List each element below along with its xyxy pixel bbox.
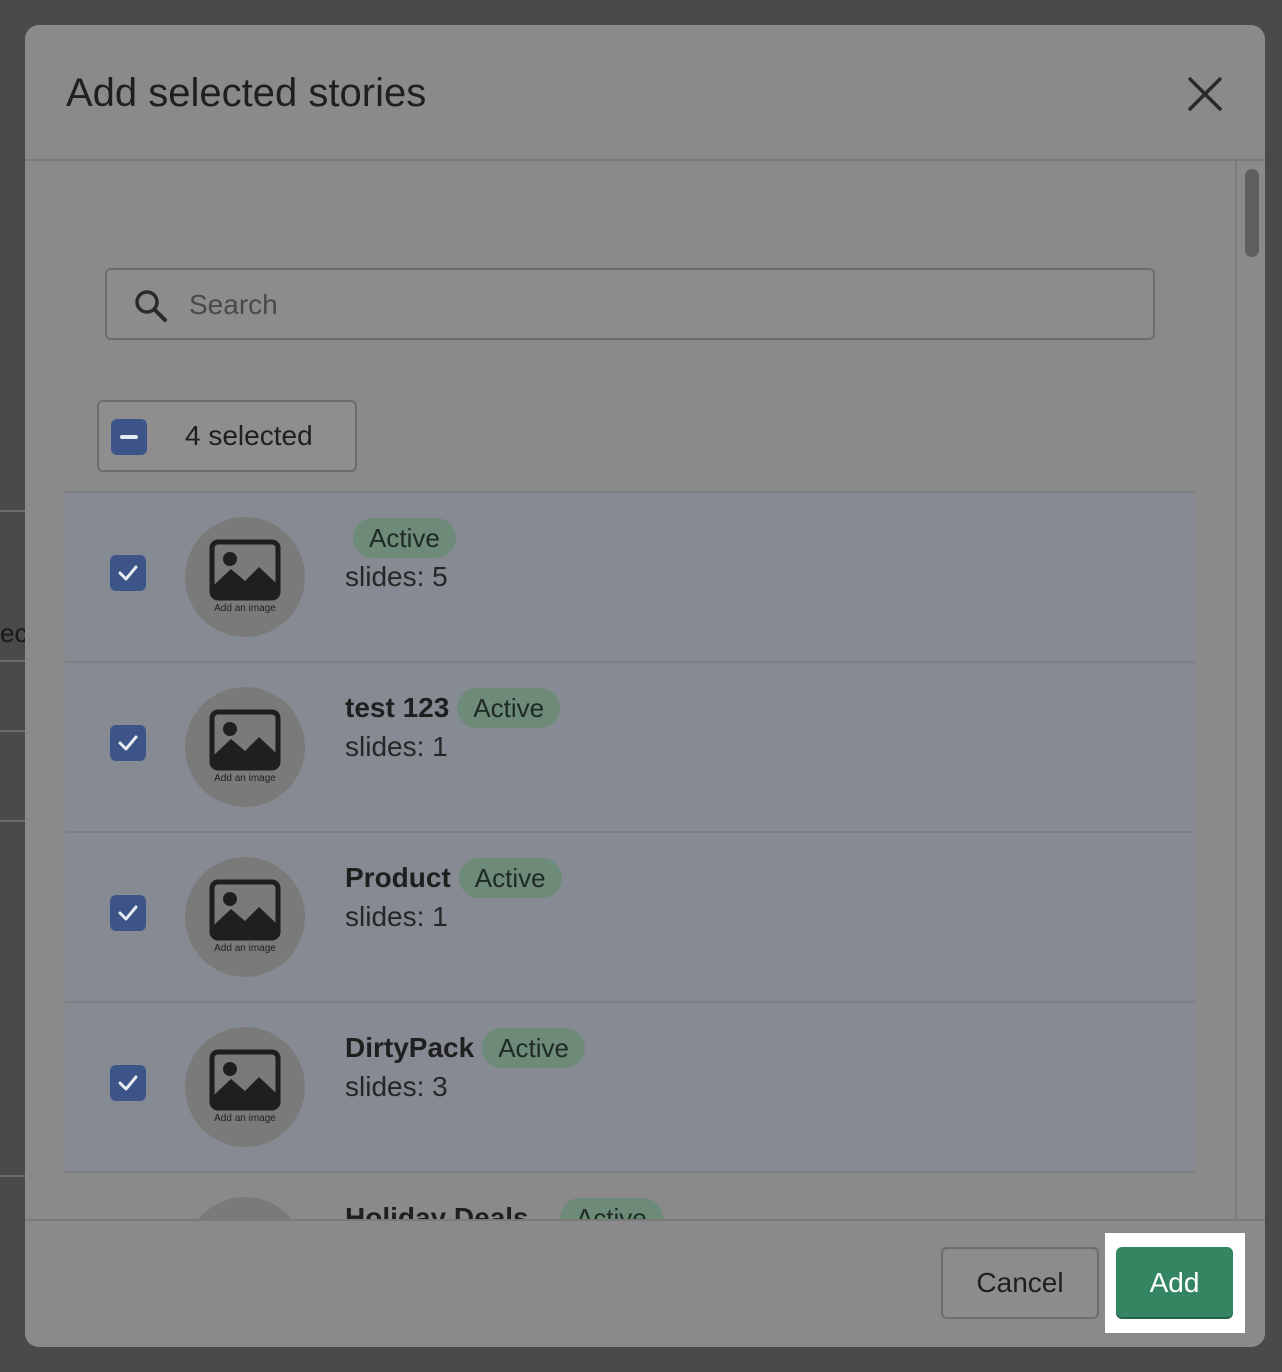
story-checkbox[interactable] <box>110 555 146 591</box>
story-slide-count: slides: 1 <box>345 901 448 932</box>
image-placeholder-icon <box>209 539 281 601</box>
story-title-line: Holiday Deals... Active <box>345 1198 663 1219</box>
background-divider <box>0 660 25 662</box>
close-button[interactable] <box>1180 69 1230 119</box>
story-thumbnail: Add an image <box>185 517 305 637</box>
add-stories-modal: Add selected stories 4 selected <box>25 25 1265 1347</box>
story-title-line: test 123 Active <box>345 688 561 728</box>
background-text-fragment: ec <box>0 618 28 648</box>
story-slide-count: slides: 1 <box>345 731 448 762</box>
story-name: Product <box>345 862 451 893</box>
story-thumbnail: Add an image <box>185 1027 305 1147</box>
story-name: Holiday Deals... <box>345 1202 552 1219</box>
selected-count-label: 4 selected <box>185 420 313 451</box>
story-row[interactable]: Add an image DirtyPack Active slides: 3 <box>65 1001 1195 1171</box>
story-thumbnail: Add an image <box>185 687 305 807</box>
background-divider <box>0 730 25 732</box>
search-icon <box>135 290 167 322</box>
story-slide-count: slides: 3 <box>345 1071 448 1102</box>
modal-title: Add selected stories <box>66 71 427 115</box>
checkmark-icon <box>118 565 138 581</box>
search-field[interactable] <box>105 268 1155 340</box>
story-checkbox[interactable] <box>110 725 146 761</box>
status-badge: Active <box>353 518 456 558</box>
modal-header: Add selected stories <box>25 25 1265 161</box>
image-placeholder-icon <box>209 879 281 941</box>
close-icon <box>1188 77 1222 111</box>
add-button[interactable]: Add <box>1116 1247 1233 1319</box>
story-thumbnail: Add an image <box>185 857 305 977</box>
image-placeholder-icon <box>209 1049 281 1111</box>
background-divider <box>0 510 25 512</box>
status-badge: Active <box>482 1028 585 1068</box>
status-badge: Active <box>458 858 562 898</box>
search-input[interactable] <box>187 270 1141 340</box>
story-slide-count: slides: 5 <box>345 561 448 592</box>
thumbnail-caption: Add an image <box>214 1113 276 1124</box>
scrollbar-thumb[interactable] <box>1245 169 1259 257</box>
story-row[interactable]: Add an image Product Active slides: 1 <box>65 831 1195 1001</box>
checkmark-icon <box>118 735 138 751</box>
bulk-select-button[interactable]: 4 selected <box>97 400 357 472</box>
cancel-button[interactable]: Cancel <box>941 1247 1099 1319</box>
story-thumbnail <box>185 1197 305 1219</box>
story-title-line: Product Active <box>345 858 562 898</box>
scrollbar[interactable] <box>1235 161 1265 1219</box>
story-row[interactable]: Holiday Deals... Active <box>65 1171 1195 1219</box>
status-badge: Active <box>457 688 561 728</box>
story-row[interactable]: Add an image test 123 Active slides: 1 <box>65 661 1195 831</box>
background-divider <box>0 1175 25 1177</box>
story-row[interactable]: Add an image Active slides: 5 <box>65 491 1195 661</box>
checkmark-icon <box>118 905 138 921</box>
story-title-line: DirtyPack Active <box>345 1028 585 1068</box>
thumbnail-caption: Add an image <box>214 603 276 614</box>
story-name: test 123 <box>345 692 450 723</box>
story-title-line: Active <box>345 518 456 558</box>
story-name: DirtyPack <box>345 1032 475 1063</box>
thumbnail-caption: Add an image <box>214 943 276 954</box>
indeterminate-checkbox[interactable] <box>111 419 147 455</box>
checkmark-icon <box>118 1075 138 1091</box>
modal-footer: Cancel Add <box>25 1219 1265 1347</box>
background-divider <box>0 820 25 822</box>
story-checkbox[interactable] <box>110 895 146 931</box>
thumbnail-caption: Add an image <box>214 773 276 784</box>
status-badge: Active <box>559 1198 663 1219</box>
story-list: Add an image Active slides: 5 Add an ima… <box>65 491 1195 1219</box>
modal-body: 4 selected Add an image Act <box>25 161 1235 1219</box>
story-checkbox[interactable] <box>110 1065 146 1101</box>
image-placeholder-icon <box>209 709 281 771</box>
